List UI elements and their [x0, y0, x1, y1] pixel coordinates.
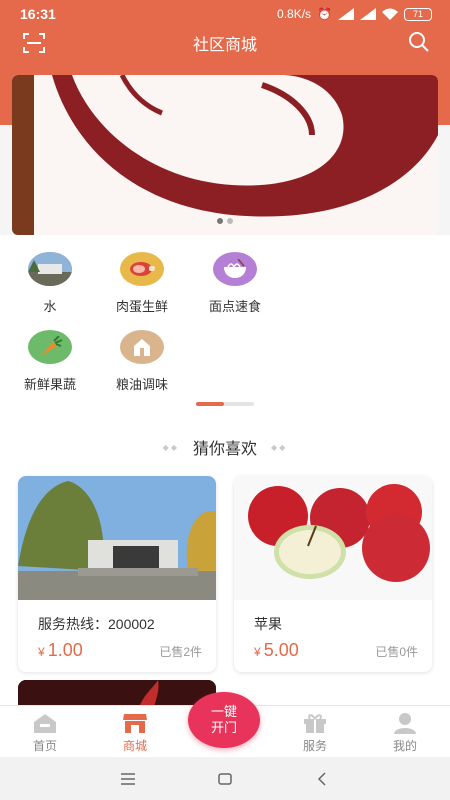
gift-icon — [304, 714, 326, 733]
one-tap-open-door-button[interactable]: 一键 开门 — [188, 692, 260, 748]
status-time: 16:31 — [20, 6, 56, 22]
network-speed: 0.8K/s — [277, 7, 312, 21]
banner-dot-2 — [227, 218, 233, 224]
home-icon — [34, 714, 56, 733]
banner-indicator — [0, 218, 450, 224]
wifi-icon — [382, 8, 398, 20]
status-bar: 16:31 0.8K/s ⏰ 71 — [0, 0, 450, 28]
banner-carousel[interactable] — [12, 75, 438, 235]
product-card[interactable]: 苹果 ¥5.00 已售0件 — [234, 476, 432, 672]
back-icon[interactable] — [312, 771, 332, 787]
noodle-bowl-icon — [213, 252, 257, 286]
banner-dot-1 — [217, 218, 223, 224]
signal-icon-2 — [360, 8, 376, 20]
tab-label: 首页 — [32, 739, 57, 753]
section-title: 猜你喜欢 — [192, 441, 257, 458]
main-content: 水 肉蛋生鲜 面点速食 新鲜果蔬 粮油调味 ◆◆ 猜你喜欢 ◆◆ 服务热线：20… — [0, 235, 450, 705]
fab-label-line2: 开门 — [210, 720, 237, 735]
product-sold-count: 已售0件 — [375, 645, 418, 659]
category-water[interactable]: 水 — [10, 252, 90, 315]
building-photo-icon — [28, 252, 72, 286]
status-indicators: 0.8K/s ⏰ 71 — [277, 7, 432, 21]
scan-icon[interactable] — [22, 32, 46, 54]
meat-icon — [120, 252, 164, 286]
battery-icon: 71 — [404, 7, 432, 21]
tab-label: 商城 — [122, 739, 147, 753]
signal-icon — [338, 8, 354, 20]
category-label: 水 — [43, 299, 57, 314]
category-meat[interactable]: 肉蛋生鲜 — [102, 252, 182, 315]
product-card[interactable]: 服务热线：200002 ¥1.00 已售2件 — [18, 476, 216, 672]
tab-home[interactable]: 首页 — [0, 706, 90, 757]
category-grain-oil[interactable]: 粮油调味 — [102, 330, 182, 393]
shop-icon — [123, 714, 147, 733]
product-name: 服务热线：200002 — [38, 616, 155, 632]
product-price: ¥5.00 — [254, 640, 299, 660]
home-square-icon[interactable] — [215, 771, 235, 787]
fab-label-line1: 一键 — [210, 704, 237, 719]
menu-icon[interactable] — [118, 771, 138, 787]
product-image — [234, 476, 432, 600]
user-icon — [394, 713, 416, 734]
page-title: 社区商城 — [192, 37, 257, 54]
top-app-bar: 社区商城 — [0, 28, 450, 58]
product-price: ¥1.00 — [38, 640, 83, 660]
banner-image — [12, 75, 438, 235]
house-icon — [120, 330, 164, 364]
carrot-icon — [28, 330, 72, 364]
tab-service[interactable]: 服务 — [270, 706, 360, 757]
category-produce[interactable]: 新鲜果蔬 — [10, 330, 90, 393]
product-sold-count: 已售2件 — [159, 645, 202, 659]
category-label: 粮油调味 — [115, 377, 168, 392]
section-header: ◆◆ 猜你喜欢 ◆◆ — [0, 435, 450, 459]
tab-label: 服务 — [302, 739, 327, 753]
category-label: 面点速食 — [208, 299, 261, 314]
diamond-decoration-left: ◆◆ — [162, 442, 179, 452]
category-label: 肉蛋生鲜 — [115, 299, 168, 314]
category-label: 新鲜果蔬 — [23, 377, 76, 392]
system-navigation-bar — [0, 757, 450, 800]
alarm-icon: ⏰ — [317, 7, 332, 21]
diamond-decoration-right: ◆◆ — [271, 442, 288, 452]
category-page-indicator-active — [196, 402, 224, 406]
category-noodles[interactable]: 面点速食 — [195, 252, 275, 315]
product-name: 苹果 — [254, 616, 282, 632]
category-page-indicator — [196, 402, 254, 406]
tab-label: 我的 — [392, 739, 417, 753]
search-icon[interactable] — [408, 31, 430, 53]
product-image — [18, 476, 216, 600]
tab-shop[interactable]: 商城 — [90, 706, 180, 757]
tab-profile[interactable]: 我的 — [360, 706, 450, 757]
